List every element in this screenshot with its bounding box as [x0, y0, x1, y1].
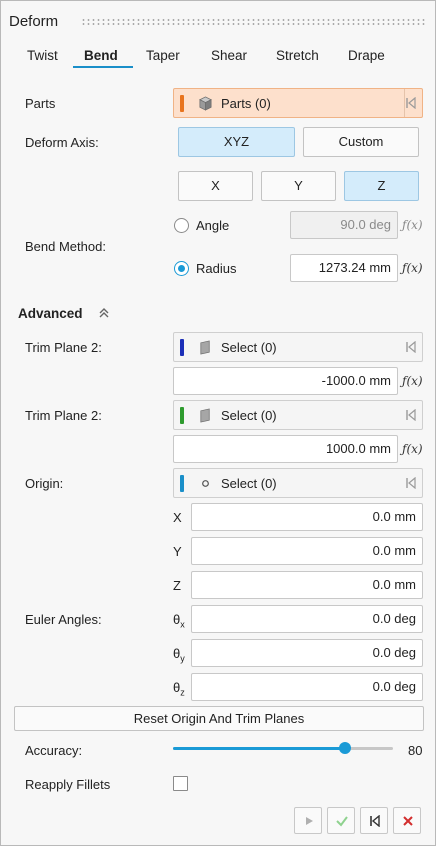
trim-plane-1-offset-field[interactable]: -1000.0 mm [173, 367, 398, 395]
origin-selector-text: Select (0) [221, 476, 277, 491]
origin-color-bar [180, 475, 184, 492]
trim-plane-1-color-bar [180, 339, 184, 356]
tab-twist[interactable]: Twist [27, 48, 58, 63]
play-icon [306, 817, 313, 825]
deform-panel: Deform Twist Bend Taper Shear Stretch Dr… [0, 0, 436, 846]
reset-icon [370, 815, 380, 827]
reset-selection-icon[interactable] [405, 409, 417, 421]
advanced-section-header[interactable]: Advanced [18, 306, 83, 321]
theta-x-label: θx [173, 612, 185, 630]
parts-color-bar [180, 95, 184, 112]
bend-method-label: Bend Method: [25, 239, 106, 254]
close-icon [403, 816, 413, 826]
reapply-fillets-label: Reapply Fillets [25, 777, 111, 792]
accuracy-slider-fill [173, 747, 345, 750]
deform-axis-label: Deform Axis: [25, 135, 99, 150]
accuracy-slider-track[interactable] [173, 742, 393, 754]
check-icon [336, 816, 348, 827]
euler-angles-label: Euler Angles: [25, 612, 102, 627]
trim-plane-2-label: Trim Plane 2: [25, 408, 102, 423]
point-icon [202, 480, 209, 487]
parts-selector[interactable]: Parts (0) [173, 88, 423, 118]
theta-x-field[interactable]: 0.0 deg [191, 605, 423, 633]
trim-plane-1-fx-icon[interactable]: ƒ(x) [402, 374, 423, 388]
reapply-fillets-checkbox[interactable] [173, 776, 188, 791]
angle-radio-label: Angle [196, 218, 230, 233]
trim-plane-1-selector[interactable]: Select (0) [173, 332, 423, 362]
reset-origin-trim-planes-button[interactable]: Reset Origin And Trim Planes [14, 706, 424, 731]
origin-x-field[interactable]: 0.0 mm [191, 503, 423, 531]
origin-z-label: Z [173, 578, 181, 593]
panel-title: Deform [9, 13, 59, 30]
radius-field[interactable]: 1273.24 mm [290, 254, 398, 282]
tab-drape[interactable]: Drape [348, 48, 385, 63]
apply-button[interactable] [327, 807, 355, 834]
trim-plane-1-selector-text: Select (0) [221, 340, 277, 355]
angle-fx-icon[interactable]: ƒ(x) [402, 218, 423, 232]
theta-y-field[interactable]: 0.0 deg [191, 639, 423, 667]
axis-mode-custom-button[interactable]: Custom [303, 127, 419, 157]
axis-z-button[interactable]: Z [344, 171, 419, 201]
origin-selector[interactable]: Select (0) [173, 468, 423, 498]
origin-label: Origin: [25, 476, 64, 491]
tab-taper[interactable]: Taper [146, 48, 180, 63]
active-tab-indicator [73, 66, 133, 68]
plane-icon [200, 408, 210, 423]
theta-z-label: θz [173, 680, 185, 698]
parts-label: Parts [25, 96, 56, 111]
plane-icon [200, 340, 210, 355]
parts-selector-text: Parts (0) [221, 96, 271, 111]
origin-x-label: X [173, 510, 182, 525]
axis-x-button[interactable]: X [178, 171, 253, 201]
theta-y-label: θy [173, 646, 185, 664]
origin-y-field[interactable]: 0.0 mm [191, 537, 423, 565]
radius-fx-icon[interactable]: ƒ(x) [402, 261, 423, 275]
accuracy-value: 80 [408, 743, 423, 758]
angle-radio[interactable] [174, 218, 189, 233]
theta-z-field[interactable]: 0.0 deg [191, 673, 423, 701]
accuracy-label: Accuracy: [25, 743, 83, 758]
tab-shear[interactable]: Shear [211, 48, 247, 63]
play-button[interactable] [294, 807, 322, 834]
tab-stretch[interactable]: Stretch [276, 48, 319, 63]
reset-selection-icon[interactable] [405, 477, 417, 489]
trim-plane-1-label: Trim Plane 2: [25, 340, 102, 355]
radius-radio[interactable] [174, 261, 189, 276]
double-chevron-up-icon[interactable] [98, 307, 110, 319]
reset-selection-icon[interactable] [405, 341, 417, 353]
axis-mode-xyz-button[interactable]: XYZ [178, 127, 295, 157]
trim-plane-2-selector[interactable]: Select (0) [173, 400, 423, 430]
reset-button[interactable] [360, 807, 388, 834]
axis-y-button[interactable]: Y [261, 171, 336, 201]
origin-y-label: Y [173, 544, 182, 559]
reset-selection-icon[interactable] [405, 97, 417, 109]
drag-grip[interactable] [81, 18, 425, 26]
trim-plane-2-offset-field[interactable]: 1000.0 mm [173, 435, 398, 463]
trim-plane-2-color-bar [180, 407, 184, 424]
origin-z-field[interactable]: 0.0 mm [191, 571, 423, 599]
close-button[interactable] [393, 807, 421, 834]
radius-radio-label: Radius [196, 261, 237, 276]
tab-bend[interactable]: Bend [84, 48, 118, 63]
trim-plane-2-fx-icon[interactable]: ƒ(x) [402, 442, 423, 456]
cube-icon [199, 96, 212, 111]
accuracy-slider-thumb[interactable] [338, 742, 351, 754]
trim-plane-2-selector-text: Select (0) [221, 408, 277, 423]
angle-field[interactable]: 90.0 deg [290, 211, 398, 239]
